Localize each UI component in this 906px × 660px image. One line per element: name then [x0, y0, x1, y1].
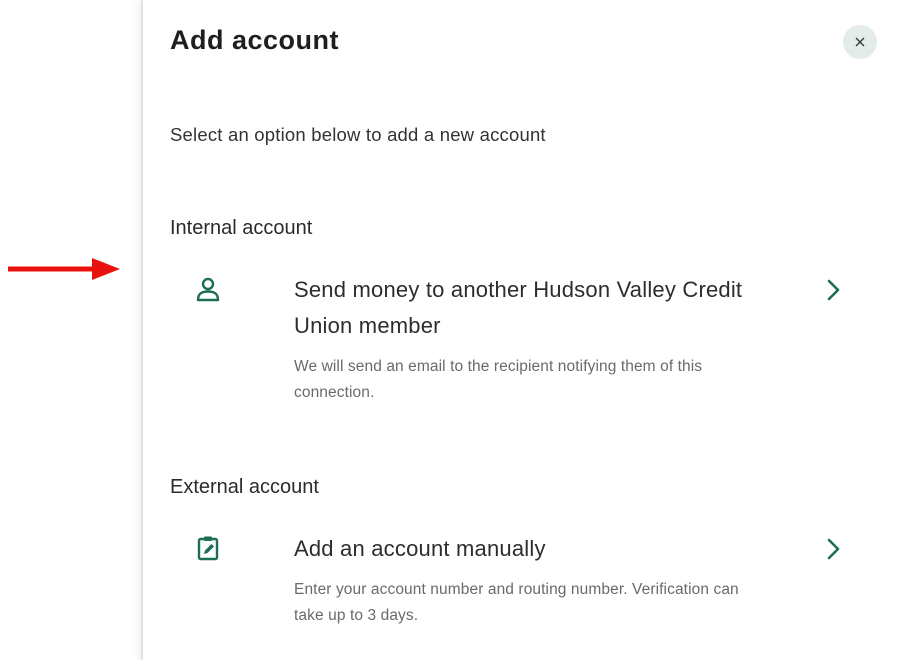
- screenshot-stage: Add account Select an option below to ad…: [0, 0, 906, 660]
- dialog-subtitle: Select an option below to add a new acco…: [170, 124, 546, 145]
- option-send-money-member[interactable]: Send money to another Hudson Valley Cred…: [183, 272, 863, 412]
- option-description-add-manually: Enter your account number and routing nu…: [294, 581, 739, 624]
- close-button[interactable]: [843, 25, 877, 59]
- person-icon: [196, 277, 220, 302]
- option-title-add-manually: Add an account manually: [294, 536, 546, 561]
- option-title-send-money: Send money to another Hudson Valley Cred…: [294, 277, 743, 338]
- chevron-right-icon: [827, 538, 840, 560]
- section-heading-external: External account: [170, 476, 319, 498]
- close-icon: [855, 37, 865, 47]
- add-account-panel: Add account Select an option below to ad…: [141, 0, 906, 660]
- chevron-right-icon: [827, 279, 840, 301]
- dialog-title: Add account: [170, 25, 340, 55]
- section-heading-internal: Internal account: [170, 217, 313, 239]
- clipboard-edit-icon: [197, 536, 219, 561]
- red-arrow-icon: [8, 258, 120, 280]
- option-description-send-money: We will send an email to the recipient n…: [294, 358, 703, 401]
- option-add-account-manually[interactable]: Add an account manually Enter your accou…: [183, 531, 863, 641]
